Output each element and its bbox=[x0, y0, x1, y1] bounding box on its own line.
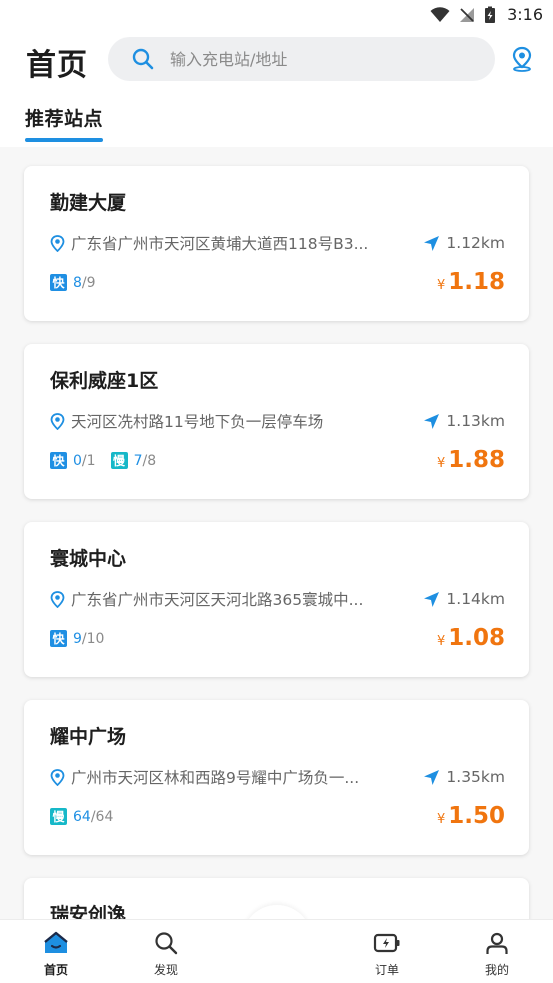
distance: 1.14km bbox=[423, 590, 505, 608]
battery-charging-icon bbox=[484, 6, 496, 24]
slow-charger-group: 慢 64/64 bbox=[50, 808, 113, 825]
currency-symbol: ¥ bbox=[436, 634, 446, 649]
distance-value: 1.13km bbox=[446, 412, 505, 430]
slow-charger-badge: 慢 bbox=[50, 808, 67, 825]
user-icon bbox=[485, 930, 509, 956]
map-pin-icon bbox=[50, 234, 65, 252]
fast-charger-group: 快 9/10 bbox=[50, 630, 104, 647]
price: ¥ 1.18 bbox=[437, 269, 505, 295]
fast-charger-badge: 快 bbox=[50, 274, 67, 291]
search-icon[interactable] bbox=[132, 48, 154, 70]
fast-available: 0 bbox=[73, 452, 82, 469]
station-card[interactable]: 勤建大厦 广东省广州市天河区黄埔大道西118号B3... 1.12km 快 8/… bbox=[24, 166, 529, 321]
station-list: 勤建大厦 广东省广州市天河区黄埔大道西118号B3... 1.12km 快 8/… bbox=[24, 166, 529, 971]
status-time: 3:16 bbox=[507, 5, 543, 24]
station-card[interactable]: 耀中广场 广州市天河区林和西路9号耀中广场负一... 1.35km 慢 64/6… bbox=[24, 700, 529, 855]
fast-charger-group: 快 8/9 bbox=[50, 274, 96, 291]
fast-total: 1 bbox=[86, 452, 96, 469]
currency-symbol: ¥ bbox=[436, 812, 446, 827]
navigation-arrow-icon bbox=[423, 235, 440, 252]
slow-charger-badge: 慢 bbox=[110, 452, 128, 469]
navigation-arrow-icon bbox=[423, 769, 440, 786]
distance-value: 1.35km bbox=[446, 768, 505, 786]
tab-active-indicator bbox=[25, 138, 103, 142]
station-address: 广东省广州市天河区黄埔大道西118号B3... bbox=[71, 235, 369, 253]
station-address: 广东省广州市天河区天河北路365寰城中... bbox=[71, 591, 364, 609]
charger-availability: 快 9/10 bbox=[50, 630, 119, 647]
station-name: 寰城中心 bbox=[50, 548, 127, 570]
nav-label-mine: 我的 bbox=[484, 963, 509, 977]
search-input[interactable] bbox=[170, 49, 450, 69]
home-icon bbox=[43, 930, 69, 956]
fast-charger-badge: 快 bbox=[50, 630, 67, 647]
fast-charger-group: 快 0/1 bbox=[50, 452, 96, 469]
station-name: 勤建大厦 bbox=[50, 192, 127, 214]
currency-symbol: ¥ bbox=[436, 456, 446, 471]
nav-item-home[interactable]: 首页 bbox=[16, 930, 96, 978]
nav-label-orders: 订单 bbox=[374, 963, 399, 977]
station-address: 广州市天河区林和西路9号耀中广场负一... bbox=[71, 769, 360, 787]
search-icon bbox=[154, 930, 178, 956]
page-title: 首页 bbox=[26, 48, 88, 83]
distance: 1.13km bbox=[423, 412, 505, 430]
nav-item-discover[interactable]: 发现 bbox=[126, 930, 206, 978]
battery-order-icon bbox=[373, 930, 401, 956]
fast-available: 8 bbox=[73, 274, 82, 291]
station-card[interactable]: 保利威座1区 天河区冼村路11号地下负一层停车场 1.13km 快 0/1 慢 … bbox=[24, 344, 529, 499]
slow-total: 64 bbox=[95, 808, 114, 825]
no-signal-icon bbox=[459, 7, 475, 23]
charger-availability: 慢 64/64 bbox=[50, 808, 128, 825]
fast-total: 9 bbox=[86, 274, 96, 291]
currency-symbol: ¥ bbox=[436, 278, 446, 293]
price: ¥ 1.88 bbox=[437, 447, 505, 473]
charger-availability: 快 8/9 bbox=[50, 274, 111, 291]
distance: 1.12km bbox=[423, 234, 505, 252]
nav-item-orders[interactable]: 订单 bbox=[347, 930, 427, 978]
slow-charger-group: 慢 7/8 bbox=[110, 452, 157, 469]
fast-charger-badge: 快 bbox=[50, 452, 67, 469]
header: 首页 推荐站点 bbox=[0, 32, 553, 147]
price-value: 1.50 bbox=[448, 803, 505, 829]
nav-label-home: 首页 bbox=[43, 963, 68, 977]
status-bar: 3:16 bbox=[0, 0, 553, 32]
map-pin-icon bbox=[50, 590, 65, 608]
distance-value: 1.14km bbox=[446, 590, 505, 608]
tab-recommended-stations[interactable]: 推荐站点 bbox=[25, 104, 103, 131]
map-pin-icon bbox=[50, 412, 65, 430]
price: ¥ 1.50 bbox=[437, 803, 505, 829]
slow-total: 8 bbox=[147, 452, 157, 469]
station-name: 耀中广场 bbox=[50, 726, 127, 748]
station-address: 天河区冼村路11号地下负一层停车场 bbox=[71, 413, 324, 431]
price: ¥ 1.08 bbox=[437, 625, 505, 651]
station-name: 保利威座1区 bbox=[50, 370, 159, 392]
price-value: 1.08 bbox=[448, 625, 505, 651]
map-pin-icon bbox=[50, 768, 65, 786]
price-value: 1.88 bbox=[448, 447, 505, 473]
nav-item-mine[interactable]: 我的 bbox=[457, 930, 537, 978]
bottom-nav: 首页 发现 订单 我的 bbox=[0, 919, 553, 983]
location-pin-icon[interactable] bbox=[511, 46, 533, 72]
slow-available: 64 bbox=[73, 808, 91, 825]
fast-available: 9 bbox=[73, 630, 82, 647]
price-value: 1.18 bbox=[448, 269, 505, 295]
distance-value: 1.12km bbox=[446, 234, 505, 252]
navigation-arrow-icon bbox=[423, 413, 440, 430]
wifi-icon bbox=[430, 6, 450, 23]
fast-total: 10 bbox=[86, 630, 105, 647]
navigation-arrow-icon bbox=[423, 591, 440, 608]
nav-label-discover: 发现 bbox=[153, 963, 178, 977]
charger-availability: 快 0/1 慢 7/8 bbox=[50, 452, 171, 469]
search-bar[interactable] bbox=[108, 37, 495, 81]
station-card[interactable]: 寰城中心 广东省广州市天河区天河北路365寰城中... 1.14km 快 9/1… bbox=[24, 522, 529, 677]
distance: 1.35km bbox=[423, 768, 505, 786]
slow-available: 7 bbox=[133, 452, 143, 469]
status-icons: 3:16 bbox=[430, 5, 543, 24]
